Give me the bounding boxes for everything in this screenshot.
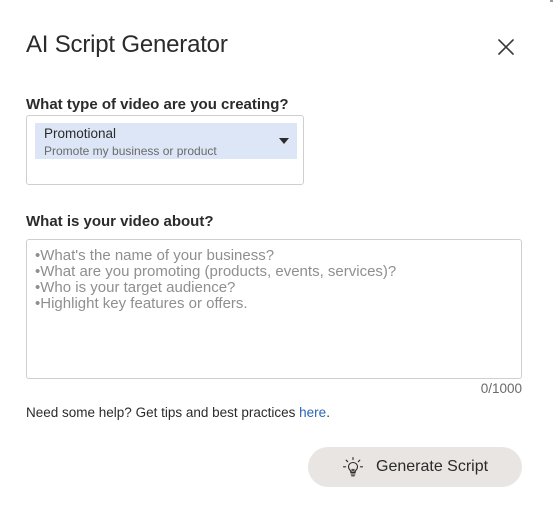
help-text-body: Need some help? Get tips and best practi… (26, 405, 300, 420)
video-about-textarea[interactable]: What's the name of your business? What a… (26, 239, 522, 379)
option-title: Promotional (44, 126, 117, 141)
close-button[interactable] (494, 35, 518, 59)
character-counter: 0/1000 (480, 381, 522, 396)
dialog-title: AI Script Generator (26, 31, 228, 58)
generate-script-label: Generate Script (376, 458, 489, 475)
help-text-suffix: . (326, 405, 330, 420)
close-icon (498, 39, 514, 55)
placeholder-line: Who is your target audience? (35, 280, 396, 296)
placeholder-line: What's the name of your business? (35, 248, 396, 264)
caret-down-icon[interactable] (279, 138, 289, 144)
video-type-select[interactable]: Promotional Promote my business or produ… (26, 115, 304, 185)
placeholder-line: Highlight key features or offers. (35, 296, 396, 312)
option-subtitle: Promote my business or product (44, 144, 217, 158)
help-text: Need some help? Get tips and best practi… (26, 405, 330, 420)
help-link[interactable]: here (299, 405, 326, 420)
ai-script-generator-dialog: AI Script Generator What type of video a… (0, 0, 553, 515)
textarea-placeholder: What's the name of your business? What a… (35, 248, 396, 312)
placeholder-line: What are you promoting (products, events… (35, 264, 396, 280)
video-type-label: What type of video are you creating? (26, 96, 289, 113)
generate-script-button[interactable]: Generate Script (308, 447, 522, 487)
selected-option-promotional[interactable]: Promotional Promote my business or produ… (35, 123, 297, 159)
video-about-label: What is your video about? (26, 213, 214, 230)
lightbulb-icon (342, 456, 364, 477)
